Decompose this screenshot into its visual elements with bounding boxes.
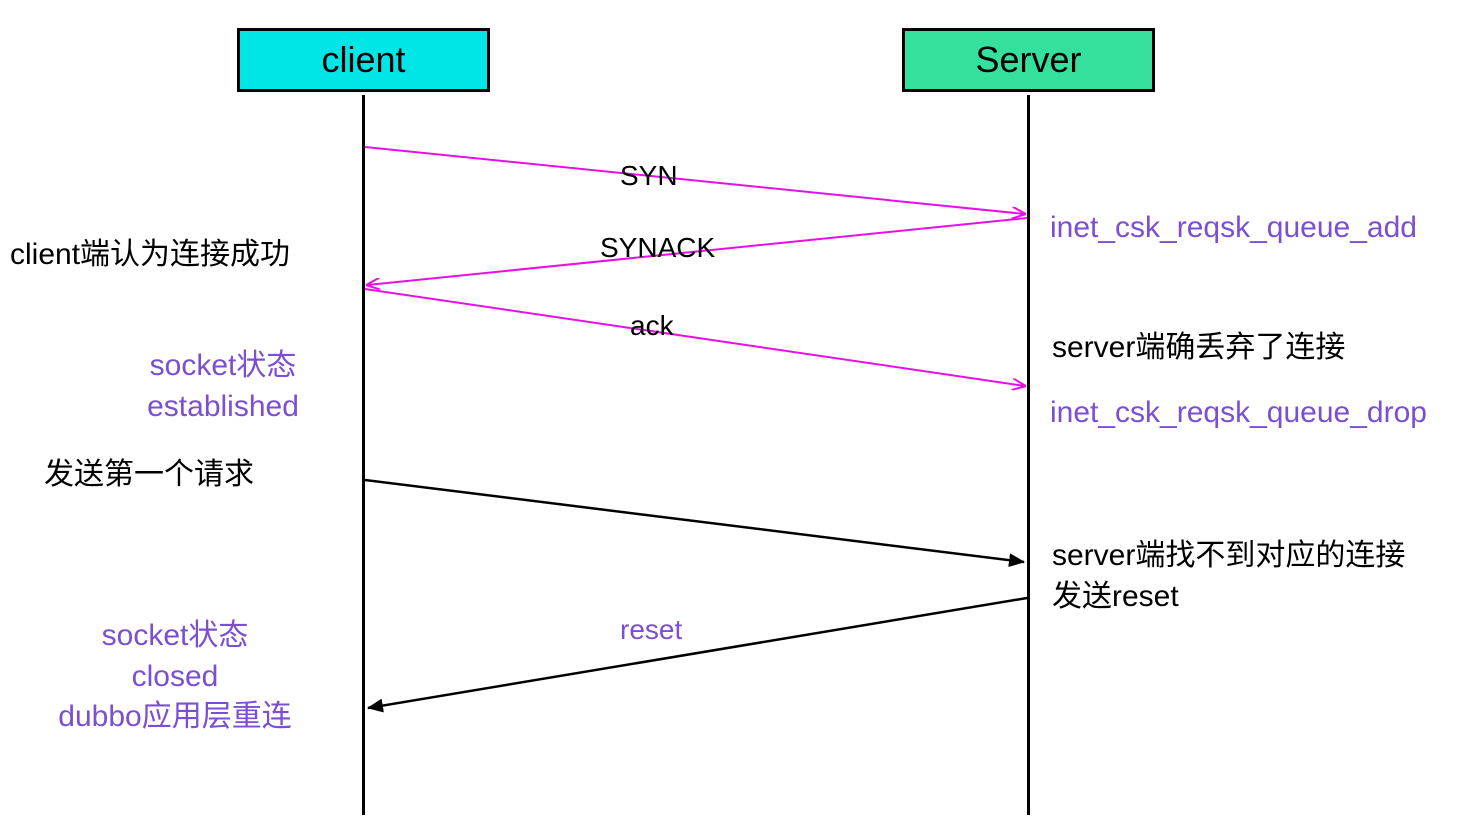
reset-arrow	[368, 598, 1027, 708]
client-label: client	[321, 39, 405, 80]
server-lifeline	[1027, 95, 1030, 815]
server-dropped: server端确丢弃了连接	[1052, 328, 1345, 369]
server-queue-drop: inet_csk_reqsk_queue_drop	[1050, 393, 1427, 434]
socket-closed-line3: dubbo应用层重连	[15, 697, 335, 738]
client-socket-closed: socket状态 closed dubbo应用层重连	[15, 616, 335, 738]
socket-closed-line2: closed	[15, 657, 335, 698]
server-lifeline-box: Server	[902, 28, 1155, 92]
server-not-found: server端找不到对应的连接 发送reset	[1052, 536, 1405, 617]
server-label: Server	[975, 39, 1081, 80]
server-queue-add: inet_csk_reqsk_queue_add	[1050, 208, 1417, 249]
socket-closed-line1: socket状态	[15, 616, 335, 657]
request-arrow	[365, 480, 1024, 562]
ack-label: ack	[630, 310, 674, 342]
client-socket-established: socket状态 established	[108, 346, 338, 427]
server-not-found-line1: server端找不到对应的连接	[1052, 536, 1405, 577]
client-lifeline	[362, 95, 365, 815]
synack-label: SYNACK	[600, 232, 715, 264]
ack-arrow	[365, 289, 1025, 386]
socket-established-line1: socket状态	[108, 346, 338, 387]
client-connect-success: client端认为连接成功	[10, 235, 290, 276]
server-not-found-line2: 发送reset	[1052, 577, 1405, 618]
syn-label: SYN	[620, 160, 678, 192]
reset-label: reset	[620, 614, 682, 646]
client-send-first-request: 发送第一个请求	[44, 455, 254, 496]
syn-arrow	[365, 147, 1025, 214]
client-lifeline-box: client	[237, 28, 490, 92]
socket-established-line2: established	[108, 387, 338, 428]
